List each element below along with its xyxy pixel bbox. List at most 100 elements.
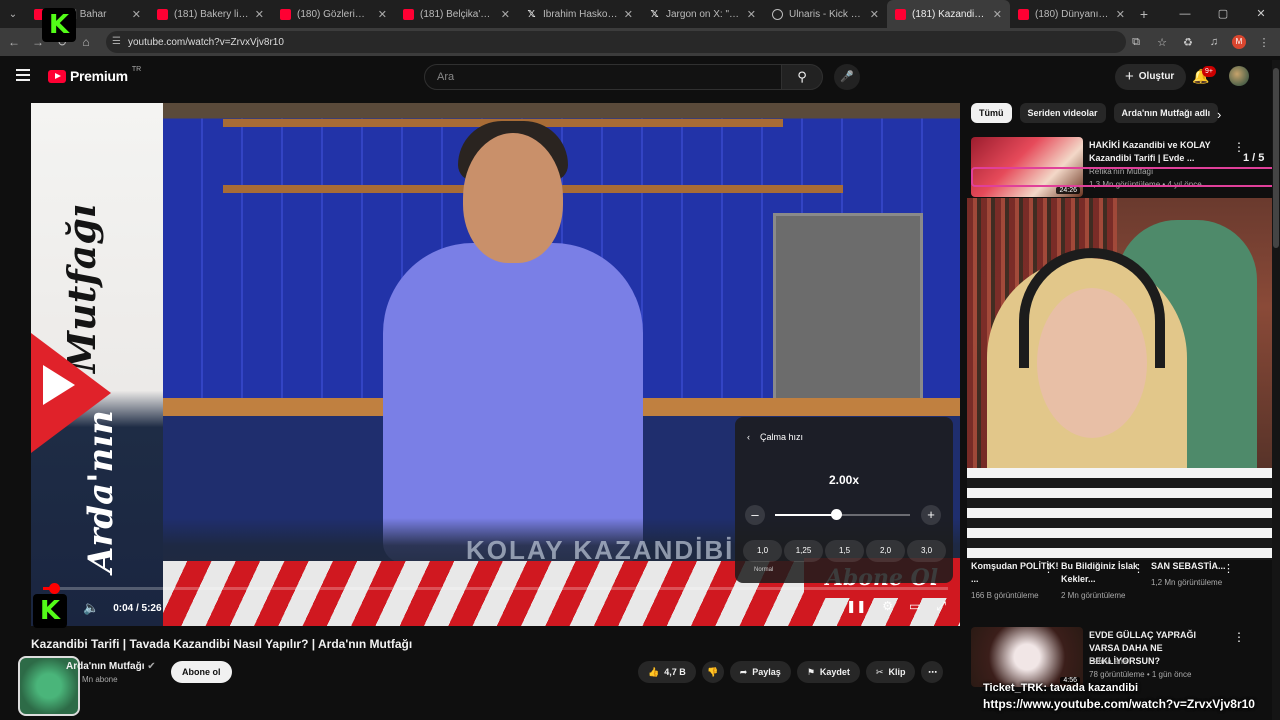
speed-decrease-button[interactable]: – [745, 505, 765, 525]
tab-close-icon[interactable]: ✕ [624, 8, 633, 21]
time-display: 0:04 / 5:26 [113, 602, 162, 614]
minimize-icon[interactable]: — [1166, 0, 1204, 28]
chevron-right-icon[interactable]: › [1217, 107, 1221, 122]
highlight-frame [971, 167, 1277, 187]
install-icon[interactable]: ⧉ [1128, 36, 1144, 49]
tab-search-icon[interactable]: ⌄ [0, 0, 26, 28]
recommendation-thumbnail[interactable]: 4:56 [971, 627, 1083, 687]
chevron-left-icon: ‹ [747, 432, 750, 442]
tab-close-icon[interactable]: ✕ [501, 8, 510, 21]
back-icon[interactable]: ← [2, 35, 26, 49]
speed-value: 2.00x [828, 473, 860, 487]
address-bar-row: ← → ↻ ⌂ ☰ youtube.com/watch?v=ZrvxVjv8r1… [0, 28, 1280, 56]
tab-close-icon[interactable]: ✕ [378, 8, 387, 21]
hamburger-menu-icon[interactable] [16, 69, 30, 81]
media-control-icon[interactable]: ♫ [1206, 36, 1222, 48]
more-vertical-icon[interactable]: ⋮ [1233, 630, 1245, 644]
volume-icon[interactable]: 🔈 [83, 600, 99, 616]
clip-button[interactable]: ✂ Klip [865, 661, 916, 683]
save-button[interactable]: ⚑ Kaydet [796, 661, 860, 683]
kolay-kazandibi-overlay: KOLAY KAZANDİBİ [466, 535, 735, 565]
tab-close-icon[interactable]: ✕ [993, 8, 1002, 21]
browser-tab[interactable]: (181) Belçika'nın En G ✕ [395, 0, 518, 28]
share-button[interactable]: ➦ Paylaş [729, 661, 791, 683]
speed-preset-chip[interactable]: 1,25 [784, 540, 823, 562]
more-vertical-icon[interactable]: ⋮ [1223, 562, 1234, 575]
youtube-logo[interactable]: Premium TR [48, 66, 141, 84]
youtube-favicon-icon [157, 8, 168, 20]
account-avatar[interactable] [1229, 66, 1249, 86]
browser-tab[interactable]: (181) Kazandibi Tarifi ✕ [887, 0, 1010, 28]
more-vertical-icon[interactable]: ⋮ [1133, 562, 1144, 575]
speed-slider-handle[interactable] [830, 509, 842, 520]
browser-tab[interactable]: Ulnaris - Kick Link Vir ✕ [764, 0, 887, 28]
playlist-item-title[interactable]: HAKİKİ Kazandibi ve KOLAY Kazandibi Tari… [1089, 139, 1239, 165]
speed-back-button[interactable]: ‹ Çalma hızı [747, 432, 803, 442]
kick-logo-top: K [42, 8, 76, 42]
speed-preset-chip[interactable]: 1,0 [743, 540, 782, 562]
search-input[interactable]: Ara [424, 64, 782, 90]
progress-handle[interactable] [48, 583, 60, 594]
speed-preset-chip[interactable]: 1,5 [825, 540, 864, 562]
extensions-icon[interactable]: ♻ [1180, 36, 1196, 49]
search-button[interactable]: ⚲ [781, 64, 823, 90]
theater-mode-icon[interactable]: ▭ [909, 599, 920, 614]
recommendation-meta: 166 B görüntüleme [971, 591, 1039, 600]
channel-brand-panel: Mutfağı Arda'nın [31, 103, 163, 626]
like-button[interactable]: 👍 4,7 B [638, 661, 696, 683]
thumbs-up-icon: 👍 [648, 667, 660, 677]
settings-gear-icon[interactable]: ⚙ [882, 599, 893, 614]
progress-bar[interactable] [43, 583, 948, 594]
brand-arda-text: Arda'nın [81, 410, 121, 573]
speed-slider[interactable] [775, 509, 910, 520]
share-icon: ➦ [739, 667, 748, 677]
browser-tab[interactable]: (181) Bakery life- 24h ✕ [149, 0, 272, 28]
more-horizontal-icon: ⋯ [927, 667, 937, 677]
browser-tab[interactable]: (180) Dünyanın En G ✕ [1010, 0, 1133, 28]
tab-close-icon[interactable]: ✕ [132, 8, 141, 21]
profile-avatar[interactable]: M [1232, 35, 1246, 49]
filter-chip[interactable]: Tümü [971, 103, 1012, 123]
home-icon[interactable]: ⌂ [74, 35, 98, 49]
fullscreen-icon[interactable]: ⤢ [936, 599, 946, 614]
more-actions-button[interactable]: ⋯ [921, 661, 944, 683]
site-info-icon[interactable]: ☰ [112, 36, 121, 47]
page-scrollbar[interactable] [1272, 60, 1280, 720]
youtube-favicon-icon [895, 8, 906, 20]
url-field[interactable]: ☰ youtube.com/watch?v=ZrvxVjv8r10 [106, 31, 1126, 53]
browser-menu-icon[interactable]: ⋮ [1256, 36, 1272, 49]
speed-preset-chip[interactable]: 3,0 [907, 540, 946, 562]
speed-panel-title: Çalma hızı [760, 432, 804, 442]
subscribe-button[interactable]: Abone ol [171, 661, 232, 683]
duration-badge: 24:26 [1056, 187, 1080, 194]
tab-close-icon[interactable]: ✕ [747, 8, 756, 21]
filter-chip[interactable]: Arda'nın Mutfağı adlı [1113, 103, 1219, 123]
bookmark-star-icon[interactable]: ☆ [1154, 36, 1170, 49]
browser-tab[interactable]: (180) Gözlerimiz Nere ✕ [272, 0, 395, 28]
tab-close-icon[interactable]: ✕ [870, 8, 879, 21]
dislike-button[interactable]: 👎 [701, 661, 724, 683]
tab-title: (181) Belçika'nın En G [420, 8, 495, 20]
create-button[interactable]: + Oluştur [1115, 64, 1187, 90]
tab-close-icon[interactable]: ✕ [255, 8, 264, 21]
recommendation-item[interactable]: 4:56 EVDE GÜLLAÇ YAPRAĞI VARSA DAHA NE B… [971, 627, 1276, 687]
speed-increase-button[interactable]: + [921, 505, 941, 525]
tab-title: İbrahim Haskoloğlu ( [543, 8, 618, 20]
new-tab-button[interactable]: + [1133, 6, 1155, 22]
tab-close-icon[interactable]: ✕ [1116, 8, 1125, 21]
tab-title: (181) Bakery life- 24h [174, 8, 249, 20]
filter-chip[interactable]: Seriden videolar [1019, 103, 1106, 123]
plus-icon: + [1125, 68, 1134, 85]
close-window-icon[interactable]: ✕ [1242, 0, 1280, 28]
pause-icon[interactable]: ❚❚ [846, 599, 866, 614]
channel-name[interactable]: Arda'nın Mutfağı ✔ [66, 661, 156, 672]
browser-tab[interactable]: 𝕏 İbrahim Haskoloğlu (✕ [518, 0, 641, 28]
playback-speed-panel: ‹ Çalma hızı 2.00x – + 1,0 1,25 1,5 2,0 3,0 N… [735, 417, 953, 583]
browser-tab[interactable]: 𝕏 Jargon on X: "Bir içer ✕ [641, 0, 764, 28]
video-player[interactable]: Mutfağı Arda'nın KOLAY KAZANDİBİ Abone O… [31, 103, 960, 626]
more-vertical-icon[interactable]: ⋮ [1043, 562, 1054, 575]
speed-preset-chip[interactable]: 2,0 [866, 540, 905, 562]
recommendation-meta: 78 görüntüleme • 1 gün önce [1089, 670, 1192, 679]
maximize-icon[interactable]: ▢ [1204, 0, 1242, 28]
voice-search-button[interactable]: 🎤 [834, 64, 860, 90]
